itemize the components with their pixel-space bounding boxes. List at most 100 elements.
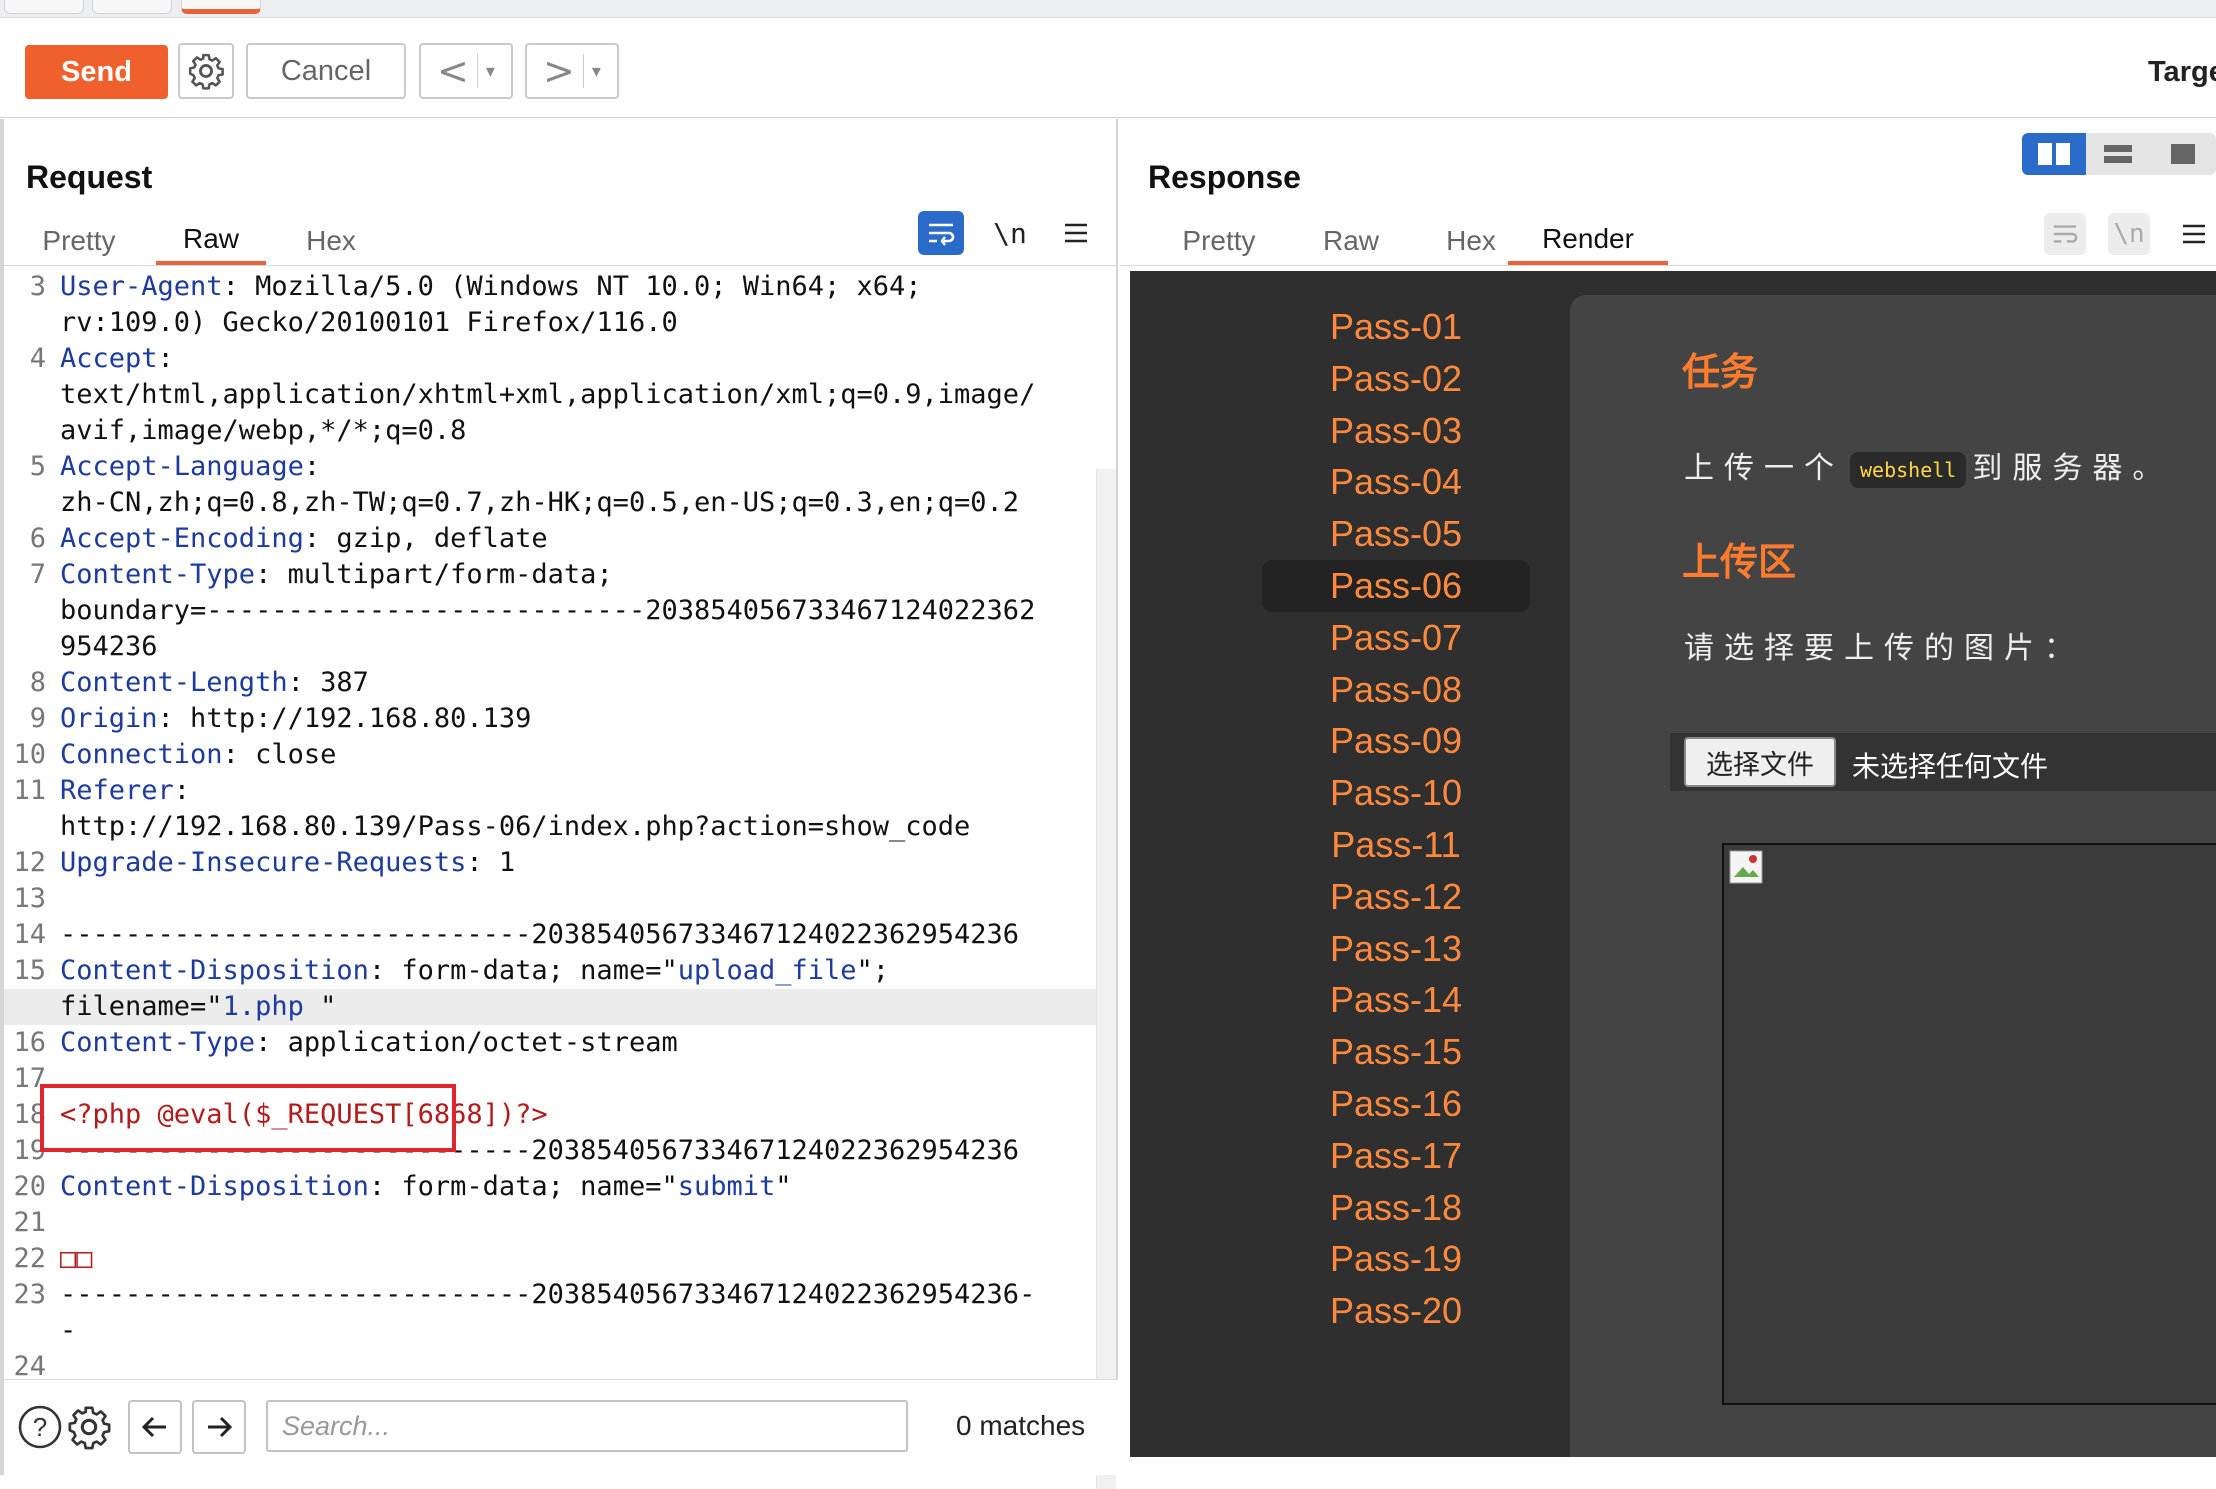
pass-link-pass-14[interactable]: Pass-14 [1262, 974, 1530, 1026]
tab-pretty[interactable]: Pretty [1152, 217, 1286, 265]
chevron-down-icon[interactable]: ▾ [486, 61, 495, 82]
code-line[interactable]: 9 Origin: http://192.168.80.139 [4, 701, 1098, 737]
pass-link-pass-06[interactable]: Pass-06 [1262, 560, 1530, 612]
line-text: 954236 [60, 629, 158, 665]
code-line[interactable]: 23 -----------------------------203854056… [4, 1277, 1098, 1313]
pass-link-pass-10[interactable]: Pass-10 [1262, 767, 1530, 819]
pass-link-pass-07[interactable]: Pass-07 [1262, 612, 1530, 664]
top-tab-active[interactable] [181, 0, 261, 14]
request-editor[interactable]: 3 User-Agent: Mozilla/5.0 (Windows NT 10.… [4, 269, 1098, 1379]
code-line[interactable]: rv:109.0) Gecko/20100101 Firefox/116.0 [4, 305, 1098, 341]
preview-image [1722, 843, 2216, 1405]
header-name: User-Agent [60, 271, 223, 302]
back-button[interactable]: < ▾ [419, 43, 513, 99]
show-newlines-toggle[interactable]: \n [988, 211, 1032, 255]
code-line[interactable]: 21 [4, 1205, 1098, 1241]
wrap-lines-toggle[interactable] [918, 211, 964, 255]
tab-pretty[interactable]: Pretty [24, 217, 134, 265]
annotation-highlight-box [40, 1084, 456, 1152]
next-match-button[interactable] [192, 1400, 246, 1454]
match-count: 0 matches [956, 1410, 1086, 1441]
text-segment: -----------------------------20385405673… [60, 1279, 1036, 1310]
response-pane: Response Pretty Raw Hex Render \n Pass-0… [1120, 119, 2216, 1475]
choose-file-button[interactable]: 选择文件 [1684, 737, 1836, 787]
code-line[interactable]: 6 Accept-Encoding: gzip, deflate [4, 521, 1098, 557]
code-line[interactable]: 13 [4, 881, 1098, 917]
pass-link-pass-16[interactable]: Pass-16 [1262, 1078, 1530, 1130]
code-line[interactable]: 24 [4, 1349, 1098, 1379]
editor-scrollbar[interactable] [1096, 469, 1116, 1489]
layout-stacked-button[interactable] [2086, 133, 2150, 175]
tab-raw[interactable]: Raw [1296, 217, 1406, 265]
code-line[interactable]: filename="1.php " [4, 989, 1098, 1025]
code-line[interactable]: 954236 [4, 629, 1098, 665]
code-line[interactable]: 3 User-Agent: Mozilla/5.0 (Windows NT 10.… [4, 269, 1098, 305]
header-name: Accept [60, 343, 158, 374]
target-label[interactable]: Targe [2148, 56, 2216, 89]
code-line[interactable]: 4 Accept: [4, 341, 1098, 377]
pass-link-pass-20[interactable]: Pass-20 [1262, 1285, 1530, 1337]
repeater-toolbar: Send Cancel < ▾ > ▾ Targe [0, 18, 2216, 118]
top-tab[interactable] [4, 0, 84, 14]
code-line[interactable]: - [4, 1313, 1098, 1349]
pass-link-pass-17[interactable]: Pass-17 [1262, 1130, 1530, 1182]
pass-link-pass-15[interactable]: Pass-15 [1262, 1026, 1530, 1078]
code-line[interactable]: 22 □□ [4, 1241, 1098, 1277]
previous-match-button[interactable] [128, 1400, 182, 1454]
code-line[interactable]: 8 Content-Length: 387 [4, 665, 1098, 701]
pass-link-pass-04[interactable]: Pass-04 [1262, 456, 1530, 508]
pass-link-pass-13[interactable]: Pass-13 [1262, 923, 1530, 975]
code-line[interactable]: 7 Content-Type: multipart/form-data; [4, 557, 1098, 593]
layout-side-by-side-button[interactable] [2022, 133, 2086, 175]
header-name: Content-Disposition [60, 955, 369, 986]
pass-link-pass-01[interactable]: Pass-01 [1262, 301, 1530, 353]
code-line[interactable]: avif,image/webp,*/*;q=0.8 [4, 413, 1098, 449]
tab-raw[interactable]: Raw [156, 217, 266, 265]
code-line[interactable]: 11 Referer: [4, 773, 1098, 809]
wrap-lines-toggle[interactable] [2044, 213, 2086, 255]
menu-icon [1065, 223, 1087, 243]
help-button[interactable]: ? [14, 1400, 66, 1454]
code-line[interactable]: text/html,application/xhtml+xml,applicat… [4, 377, 1098, 413]
layout-single-button[interactable] [2150, 133, 2216, 175]
menu-button[interactable] [2174, 213, 2214, 255]
search-settings-button[interactable] [62, 1400, 116, 1454]
tabs-divider [4, 265, 1118, 266]
line-text: Content-Type: multipart/form-data; [60, 557, 613, 593]
show-newlines-toggle[interactable]: \n [2108, 213, 2150, 255]
pass-link-pass-19[interactable]: Pass-19 [1262, 1233, 1530, 1285]
tab-hex[interactable]: Hex [276, 217, 386, 265]
code-line[interactable]: 20 Content-Disposition: form-data; name="… [4, 1169, 1098, 1205]
code-line[interactable]: 10 Connection: close [4, 737, 1098, 773]
header-name: Origin [60, 703, 158, 734]
cancel-button[interactable]: Cancel [246, 43, 406, 99]
text-segment: " [775, 1171, 792, 1202]
upload-heading: 上传区 [1682, 540, 1797, 584]
pass-link-pass-08[interactable]: Pass-08 [1262, 664, 1530, 716]
code-line[interactable]: zh-CN,zh;q=0.8,zh-TW;q=0.7,zh-HK;q=0.5,e… [4, 485, 1098, 521]
code-line[interactable]: 16 Content-Type: application/octet-stream [4, 1025, 1098, 1061]
tab-render[interactable]: Render [1508, 217, 1668, 265]
chevron-down-icon[interactable]: ▾ [592, 61, 601, 82]
task-text-before: 上传一个 [1684, 451, 1844, 486]
menu-button[interactable] [1054, 211, 1098, 255]
pass-link-pass-18[interactable]: Pass-18 [1262, 1182, 1530, 1234]
pass-link-pass-12[interactable]: Pass-12 [1262, 871, 1530, 923]
settings-button[interactable] [178, 43, 234, 99]
forward-button[interactable]: > ▾ [525, 43, 619, 99]
code-line[interactable]: 12 Upgrade-Insecure-Requests: 1 [4, 845, 1098, 881]
tabs-divider [1120, 265, 2216, 266]
top-tab[interactable] [92, 0, 172, 14]
code-line[interactable]: 14 -----------------------------203854056… [4, 917, 1098, 953]
pass-link-pass-03[interactable]: Pass-03 [1262, 405, 1530, 457]
search-input[interactable] [266, 1400, 908, 1452]
pass-link-pass-11[interactable]: Pass-11 [1262, 819, 1530, 871]
pass-link-pass-09[interactable]: Pass-09 [1262, 715, 1530, 767]
code-line[interactable]: http://192.168.80.139/Pass-06/index.php?… [4, 809, 1098, 845]
code-line[interactable]: 5 Accept-Language: [4, 449, 1098, 485]
code-line[interactable]: boundary=---------------------------2038… [4, 593, 1098, 629]
pass-link-pass-02[interactable]: Pass-02 [1262, 353, 1530, 405]
send-button[interactable]: Send [25, 45, 168, 99]
pass-link-pass-05[interactable]: Pass-05 [1262, 508, 1530, 560]
code-line[interactable]: 15 Content-Disposition: form-data; name="… [4, 953, 1098, 989]
